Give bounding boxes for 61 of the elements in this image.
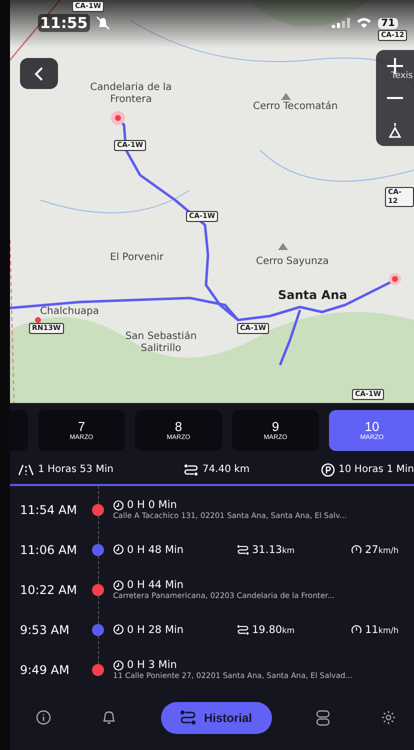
route-icon bbox=[237, 624, 249, 634]
place-label: El Porvenir bbox=[110, 252, 164, 263]
trip-dot bbox=[92, 544, 104, 556]
route-icon bbox=[180, 710, 196, 725]
duration-text: 0 H 0 Min bbox=[127, 499, 177, 511]
summary-value: 10 Horas 1 Min bbox=[338, 464, 414, 475]
peak-label: Cerro Sayunza bbox=[256, 256, 329, 267]
stop-dot bbox=[92, 664, 104, 676]
entry-time: 11:54 AM bbox=[19, 502, 78, 516]
wifi-icon bbox=[356, 17, 372, 29]
place-label: San Sebastián Salitrillo bbox=[124, 331, 198, 355]
peak-label: Cerro Tecomatán bbox=[253, 101, 338, 112]
muted-bell-icon bbox=[96, 16, 110, 30]
location-marker[interactable] bbox=[35, 317, 41, 323]
settings-icon bbox=[381, 710, 396, 725]
back-button[interactable] bbox=[20, 58, 58, 89]
stop-dot bbox=[92, 584, 104, 596]
minus-icon bbox=[386, 96, 404, 100]
signal-icon bbox=[332, 18, 350, 28]
entry-time: 10:22 AM bbox=[19, 582, 78, 596]
clock-icon bbox=[113, 580, 124, 590]
peak-icon bbox=[278, 243, 288, 250]
place-label: Chalchuapa bbox=[40, 306, 100, 317]
trip-dot bbox=[92, 624, 104, 636]
clock-icon bbox=[113, 500, 124, 510]
clock-icon bbox=[113, 544, 124, 555]
speedometer-icon bbox=[351, 624, 362, 635]
clock-icon bbox=[113, 624, 124, 635]
distance-text: 31.13km bbox=[252, 544, 294, 556]
route-icon bbox=[184, 464, 198, 476]
city-label: Santa Ana bbox=[278, 288, 348, 302]
speed-text: 27km/h bbox=[365, 544, 399, 556]
duration-text: 0 H 44 Min bbox=[127, 579, 184, 591]
duration-text: 0 H 48 Min bbox=[127, 544, 184, 556]
status-time: 11:55 bbox=[38, 14, 90, 32]
duration-text: 0 H 3 Min bbox=[127, 659, 177, 671]
place-label: Candelaria de la Frontera bbox=[89, 82, 173, 106]
location-marker[interactable] bbox=[111, 111, 125, 125]
toggles-icon bbox=[316, 710, 330, 726]
compass-icon bbox=[388, 122, 402, 138]
clock-icon bbox=[113, 660, 124, 670]
speedometer-icon bbox=[351, 544, 362, 555]
entry-time: 11:06 AM bbox=[19, 542, 78, 556]
entry-time: 9:53 AM bbox=[19, 622, 70, 636]
speed-text: 11km/h bbox=[365, 624, 399, 636]
back-icon bbox=[34, 66, 44, 80]
peak-icon bbox=[281, 93, 291, 100]
location-marker[interactable] bbox=[389, 273, 401, 285]
entry-time: 9:49 AM bbox=[19, 662, 70, 676]
parking-icon bbox=[320, 462, 335, 476]
place-label: Texis bbox=[391, 71, 413, 81]
history-tab[interactable]: Historial bbox=[160, 702, 272, 734]
summary-value: 1 Horas 53 Min bbox=[38, 464, 114, 475]
route-icon bbox=[237, 544, 249, 554]
info-icon bbox=[36, 710, 51, 725]
bell-icon bbox=[102, 710, 116, 725]
duration-text: 0 H 28 Min bbox=[127, 624, 184, 636]
road-icon bbox=[18, 464, 34, 476]
summary-value: 74.40 km bbox=[202, 464, 250, 475]
distance-text: 19.80km bbox=[252, 624, 294, 636]
stop-dot bbox=[92, 504, 104, 516]
